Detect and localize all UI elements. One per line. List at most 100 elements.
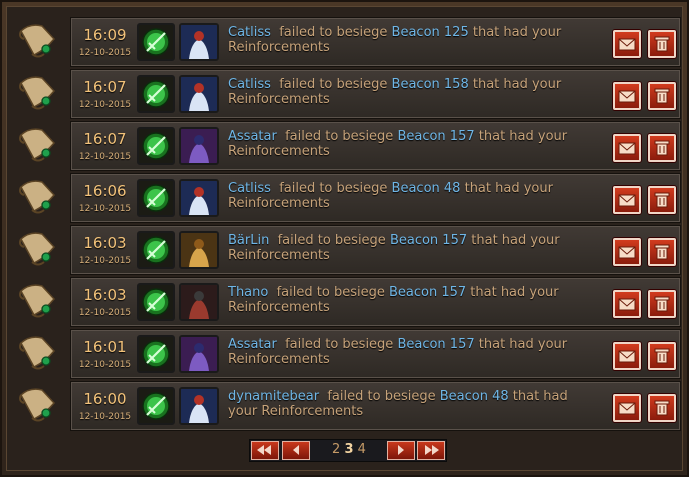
trash-icon [654, 400, 670, 416]
page-link[interactable]: 4 [358, 442, 366, 457]
player-avatar [179, 387, 219, 425]
report-message: dynamitebear failed to besiege Beacon 48… [228, 389, 588, 419]
report-date: 12-10-2015 [78, 412, 132, 422]
report-panel[interactable]: 16:03 12-10-2015 Thano failed to besiege… [70, 277, 681, 327]
player-name[interactable]: Assatar [228, 337, 277, 352]
failed-text: failed to besiege [276, 285, 385, 300]
report-panel[interactable]: 16:07 12-10-2015 Catliss failed to besie… [70, 69, 681, 119]
mail-button[interactable] [613, 290, 641, 318]
envelope-icon [618, 194, 636, 207]
sword-badge-icon [137, 179, 175, 217]
failed-text: failed to besiege [327, 389, 436, 404]
failed-text: failed to besiege [285, 337, 394, 352]
sword-badge-icon [137, 231, 175, 269]
scroll-icon[interactable] [16, 281, 60, 323]
mail-button[interactable] [613, 82, 641, 110]
sword-badge-icon [137, 283, 175, 321]
delete-button[interactable] [648, 134, 676, 162]
player-name[interactable]: Catliss [228, 77, 271, 92]
last-page-button[interactable] [417, 441, 445, 460]
hero-portrait-icon [181, 285, 217, 319]
mail-button[interactable] [613, 186, 641, 214]
hero-portrait-icon [181, 389, 217, 423]
report-row: 16:09 12-10-2015 Catliss failed to besie… [6, 17, 681, 67]
player-name[interactable]: BärLin [228, 233, 269, 248]
report-row: 16:07 12-10-2015 Catliss failed to besie… [6, 69, 681, 119]
failed-text: failed to besiege [279, 181, 388, 196]
report-time: 16:07 [83, 130, 127, 148]
sword-badge-icon [137, 387, 175, 425]
report-time: 16:06 [83, 182, 127, 200]
report-date: 12-10-2015 [78, 308, 132, 318]
scroll-icon[interactable] [16, 73, 60, 115]
report-row: 16:01 12-10-2015 Assatar failed to besie… [6, 329, 681, 379]
report-time: 16:09 [83, 26, 127, 44]
hero-portrait-icon [181, 233, 217, 267]
beacon-link[interactable]: Beacon 48 [392, 181, 461, 196]
report-time: 16:07 [83, 78, 127, 96]
mail-button[interactable] [613, 134, 641, 162]
mail-button[interactable] [613, 238, 641, 266]
sword-badge-icon [137, 127, 175, 165]
beacon-link[interactable]: Beacon 125 [392, 25, 469, 40]
player-name[interactable]: Assatar [228, 129, 277, 144]
delete-button[interactable] [648, 30, 676, 58]
scroll-icon[interactable] [16, 177, 60, 219]
report-panel[interactable]: 16:00 12-10-2015 dynamitebear failed to … [70, 381, 681, 431]
beacon-link[interactable]: Beacon 157 [390, 233, 467, 248]
player-name[interactable]: dynamitebear [228, 389, 319, 404]
envelope-icon [618, 246, 636, 259]
mail-button[interactable] [613, 30, 641, 58]
beacon-link[interactable]: Beacon 48 [440, 389, 509, 404]
delete-button[interactable] [648, 186, 676, 214]
report-date: 12-10-2015 [78, 204, 132, 214]
hero-portrait-icon [181, 129, 217, 163]
failed-text: failed to besiege [279, 25, 388, 40]
sword-badge-icon [137, 75, 175, 113]
pagination-bar: 2 3 4 [249, 439, 447, 462]
beacon-link[interactable]: Beacon 157 [397, 129, 474, 144]
scroll-icon[interactable] [16, 333, 60, 375]
scroll-icon[interactable] [16, 125, 60, 167]
scroll-icon[interactable] [16, 385, 60, 427]
scroll-icon[interactable] [16, 229, 60, 271]
report-date: 12-10-2015 [78, 100, 132, 110]
trash-icon [654, 36, 670, 52]
mail-button[interactable] [613, 394, 641, 422]
hero-portrait-icon [181, 25, 217, 59]
player-name[interactable]: Thano [228, 285, 268, 300]
next-page-button[interactable] [387, 441, 415, 460]
player-avatar [179, 23, 219, 61]
player-name[interactable]: Catliss [228, 181, 271, 196]
delete-button[interactable] [648, 82, 676, 110]
sword-badge-icon [137, 23, 175, 61]
report-time: 16:00 [83, 390, 127, 408]
prev-page-button[interactable] [282, 441, 310, 460]
report-panel[interactable]: 16:09 12-10-2015 Catliss failed to besie… [70, 17, 681, 67]
beacon-link[interactable]: Beacon 158 [392, 77, 469, 92]
report-date: 12-10-2015 [78, 360, 132, 370]
report-panel[interactable]: 16:01 12-10-2015 Assatar failed to besie… [70, 329, 681, 379]
mail-button[interactable] [613, 342, 641, 370]
page-link[interactable]: 2 [332, 442, 340, 457]
player-name[interactable]: Catliss [228, 25, 271, 40]
report-panel[interactable]: 16:07 12-10-2015 Assatar failed to besie… [70, 121, 681, 171]
current-page: 3 [344, 442, 354, 457]
scroll-icon[interactable] [16, 21, 60, 63]
delete-button[interactable] [648, 342, 676, 370]
report-time: 16:01 [83, 338, 127, 356]
envelope-icon [618, 90, 636, 103]
player-avatar [179, 179, 219, 217]
delete-button[interactable] [648, 394, 676, 422]
report-message: Catliss failed to besiege Beacon 48 that… [228, 181, 588, 211]
report-panel[interactable]: 16:03 12-10-2015 BärLin failed to besieg… [70, 225, 681, 275]
delete-button[interactable] [648, 238, 676, 266]
delete-button[interactable] [648, 290, 676, 318]
failed-text: failed to besiege [279, 77, 388, 92]
page-numbers: 2 3 4 [328, 442, 370, 458]
beacon-link[interactable]: Beacon 157 [389, 285, 466, 300]
first-page-button[interactable] [251, 441, 279, 460]
player-avatar [179, 283, 219, 321]
beacon-link[interactable]: Beacon 157 [397, 337, 474, 352]
report-panel[interactable]: 16:06 12-10-2015 Catliss failed to besie… [70, 173, 681, 223]
